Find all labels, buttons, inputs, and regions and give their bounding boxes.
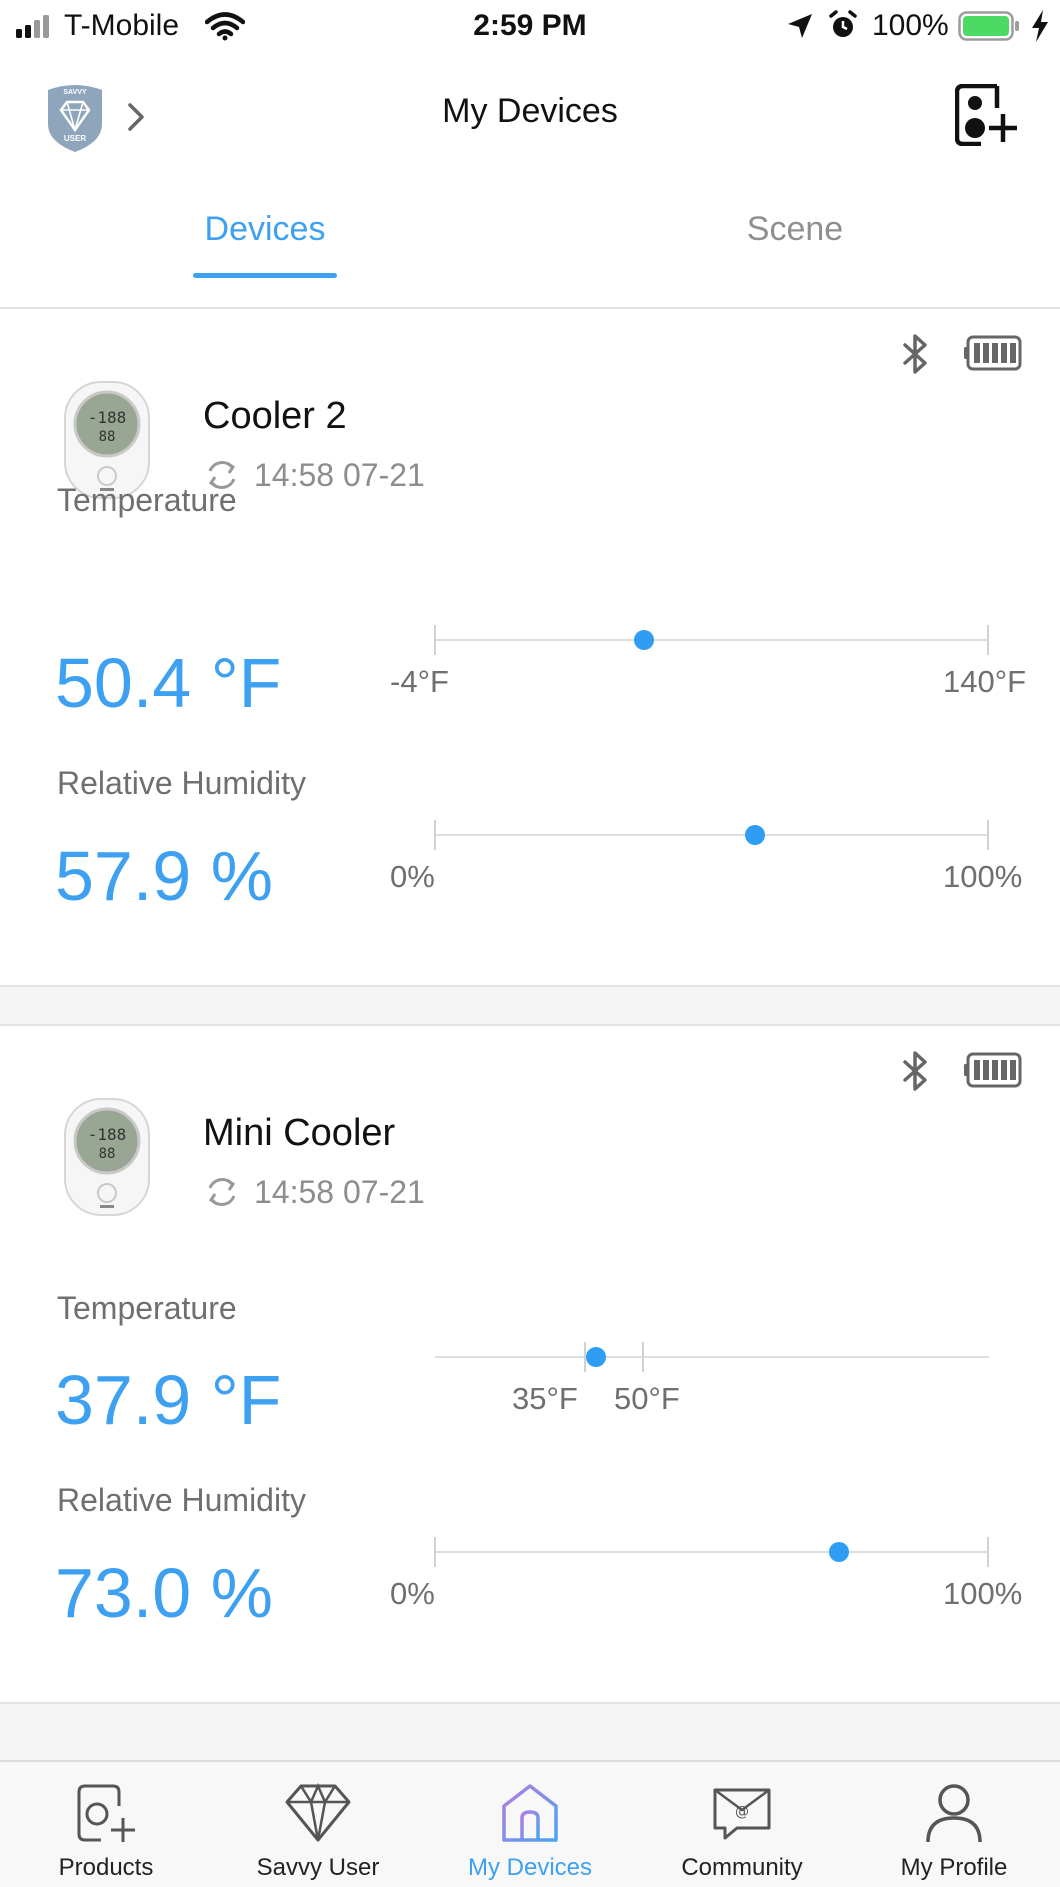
home-icon	[502, 1784, 558, 1842]
nav-community[interactable]: @ Community	[636, 1762, 848, 1887]
humidity-max-label: 100%	[943, 859, 1023, 894]
humidity-value: 73.0 %	[55, 1554, 273, 1632]
temperature-marker	[586, 1347, 606, 1367]
nav-label: Savvy User	[256, 1854, 380, 1881]
svg-text:88: 88	[99, 429, 116, 445]
device-name: Cooler 2	[203, 395, 347, 437]
alarm-icon	[828, 10, 858, 45]
add-device-button[interactable]	[954, 83, 1019, 151]
mail-at-icon: @	[713, 1788, 771, 1840]
humidity-marker	[829, 1542, 849, 1562]
humidity-marker	[745, 825, 765, 845]
nav-savvy-user[interactable]: Savvy User	[212, 1762, 424, 1887]
temperature-value: 50.4 °F	[55, 644, 282, 722]
diamond-icon	[285, 1782, 351, 1842]
sync-icon	[204, 1174, 240, 1215]
temperature-label: Temperature	[57, 482, 237, 518]
add-device-icon	[77, 1784, 135, 1842]
battery-percent: 100%	[872, 9, 949, 42]
temperature-track	[435, 639, 989, 641]
device-card[interactable]: -188 88 Mini Cooler 14:58 07-21 Temperat…	[0, 1026, 1060, 1702]
device-name: Mini Cooler	[203, 1112, 396, 1154]
temperature-min-tick	[434, 625, 436, 655]
nav-my-devices[interactable]: My Devices	[424, 1762, 636, 1887]
bluetooth-icon	[900, 1050, 930, 1097]
svg-text:88: 88	[99, 1146, 116, 1162]
humidity-track	[435, 1551, 989, 1553]
temperature-label: Temperature	[57, 1290, 237, 1326]
nav-label: My Devices	[467, 1854, 593, 1881]
bottom-nav: Products Savvy User My Devices @ Communi…	[0, 1760, 1060, 1887]
humidity-min-tick	[434, 820, 436, 850]
nav-my-profile[interactable]: My Profile	[848, 1762, 1060, 1887]
temperature-max-label: 140°F	[943, 664, 1027, 699]
humidity-label: Relative Humidity	[57, 1482, 306, 1518]
device-battery-icon	[964, 1052, 1024, 1093]
device-battery-icon	[964, 335, 1024, 376]
active-tab-indicator	[193, 273, 337, 278]
status-bar: T-Mobile 2:59 PM 100%	[0, 0, 1060, 52]
svg-text:-188: -188	[88, 1125, 127, 1144]
battery-icon	[958, 11, 1020, 46]
card-gap	[0, 1704, 1060, 1760]
last-updated: 14:58 07-21	[254, 457, 425, 493]
last-updated: 14:58 07-21	[254, 1174, 425, 1210]
badge-text-bottom: USER	[63, 134, 87, 143]
nav-label: Community	[681, 1854, 803, 1881]
humidity-track	[435, 834, 989, 836]
humidity-min-label: 0%	[390, 1576, 435, 1611]
temperature-max-label: 50°F	[614, 1381, 680, 1416]
temperature-min-label: 35°F	[512, 1381, 578, 1416]
svg-text:@: @	[735, 1804, 749, 1820]
humidity-min-tick	[434, 1537, 436, 1567]
location-icon	[786, 12, 814, 45]
svg-text:-188: -188	[88, 408, 127, 427]
device-card[interactable]: -188 88 Cooler 2 14:58 07-21 Temperature…	[0, 309, 1060, 985]
temperature-min-label: -4°F	[390, 664, 449, 699]
tab-scene[interactable]: Scene	[645, 210, 945, 249]
temperature-max-tick	[642, 1342, 644, 1372]
thermometer-device-image: -188 88	[62, 1096, 152, 1223]
person-icon	[926, 1784, 982, 1843]
temperature-max-tick	[987, 625, 989, 655]
humidity-label: Relative Humidity	[57, 765, 306, 801]
card-gap	[0, 987, 1060, 1024]
charging-icon	[1030, 10, 1050, 47]
temperature-track	[435, 1356, 989, 1358]
humidity-max-label: 100%	[943, 1576, 1023, 1611]
humidity-value: 57.9 %	[55, 837, 273, 915]
page-title: My Devices	[442, 92, 618, 130]
nav-label: My Profile	[900, 1854, 1008, 1881]
bluetooth-icon	[900, 333, 930, 380]
add-device-icon	[954, 83, 1017, 147]
humidity-max-tick	[987, 1537, 989, 1567]
tab-devices[interactable]: Devices	[115, 210, 415, 249]
temperature-marker	[634, 630, 654, 650]
humidity-min-label: 0%	[390, 859, 435, 894]
humidity-max-tick	[987, 820, 989, 850]
nav-label: Products	[58, 1854, 154, 1881]
temperature-value: 37.9 °F	[55, 1361, 282, 1439]
nav-products[interactable]: Products	[0, 1762, 212, 1887]
